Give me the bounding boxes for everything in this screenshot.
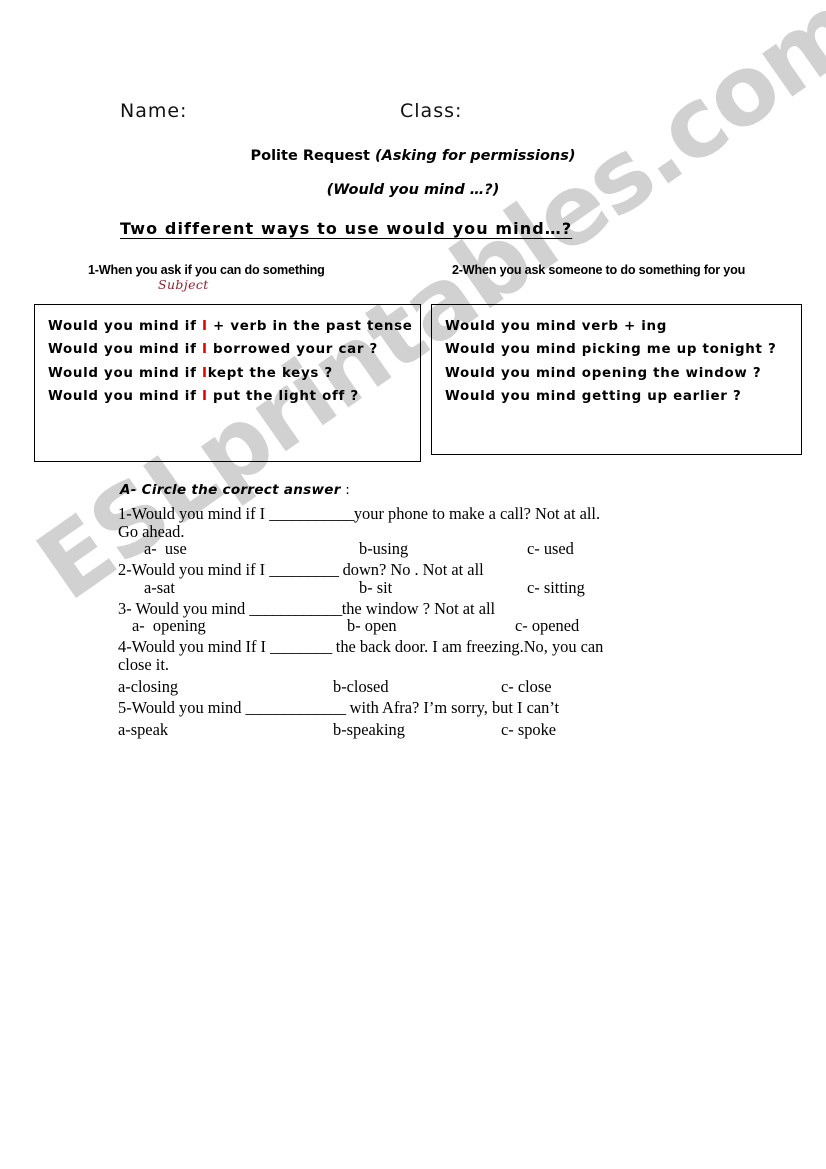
- column-label-left: 1-When you ask if you can do something: [88, 263, 325, 277]
- pattern-line: Would you mind getting up earlier ?: [445, 389, 742, 405]
- option-c[interactable]: c- sitting: [527, 579, 667, 597]
- question-item: 3- Would you mind ____________the window…: [118, 598, 718, 635]
- pattern-line: Would you mind if I + verb in the past t…: [35, 315, 420, 338]
- worksheet-title: Polite Request (Asking for permissions): [0, 148, 826, 164]
- subject-annotation: Subject: [158, 277, 209, 292]
- question-text-before: Would you mind if I: [131, 504, 270, 523]
- pattern-text-post: put the light off ?: [207, 389, 359, 405]
- worksheet-page: ESLprintables.com Name: Class: Polite Re…: [0, 0, 826, 1169]
- question-text-before: Would you mind If I: [131, 637, 271, 657]
- question-options: a-speak b-speaking c- spoke: [118, 721, 718, 739]
- name-field-label: Name:: [120, 100, 188, 122]
- pattern-line: Would you mind opening the window ?: [445, 365, 762, 381]
- worksheet-subtitle: (Would you mind …?): [326, 182, 500, 198]
- answer-blank[interactable]: _____________: [246, 698, 347, 717]
- answer-blank[interactable]: ____________: [249, 599, 342, 618]
- pattern-line: Would you mind picking me up tonight ?: [445, 342, 777, 358]
- class-field-label: Class:: [400, 100, 463, 122]
- question-number: 5-: [118, 698, 132, 718]
- pattern-text-pre: Would you mind if: [48, 389, 202, 405]
- pattern-text-post: kept the keys ?: [207, 365, 333, 381]
- exercise-heading-text: A- Circle the correct answer: [120, 482, 341, 498]
- question-text-after: the back door. I am freezing.No, you can: [331, 637, 604, 657]
- question-text-after: down? No . Not at all: [338, 560, 484, 580]
- option-c[interactable]: c- spoke: [501, 721, 641, 739]
- option-a[interactable]: a-closing: [118, 678, 333, 696]
- question-number: 4-: [118, 637, 132, 657]
- answer-blank[interactable]: ________: [270, 637, 332, 656]
- option-b[interactable]: b-using: [359, 541, 527, 558]
- question-text: 5-Would you mind _____________ with Afra…: [118, 698, 718, 718]
- section-heading: Two different ways to use would you mind…: [120, 219, 573, 238]
- questions-list: 1-Would you mind if I ___________your ph…: [118, 504, 718, 742]
- option-b[interactable]: b- open: [347, 618, 515, 635]
- question-options: a- opening b- open c- opened: [118, 618, 718, 635]
- question-text-before: Would you mind if I: [131, 560, 270, 580]
- pattern-box-right: Would you mind verb + ing Would you mind…: [431, 304, 802, 455]
- question-options: a-closing b-closed c- close: [118, 678, 718, 696]
- question-number: 1-: [118, 504, 132, 523]
- question-text-after: your phone to make a call? Not at all.: [353, 504, 601, 523]
- exercise-heading-colon: :: [340, 482, 351, 498]
- question-number: 3-: [118, 598, 136, 618]
- option-a[interactable]: a-speak: [118, 721, 333, 739]
- question-item: 5-Would you mind _____________ with Afra…: [118, 698, 718, 739]
- question-number: 2-: [118, 560, 132, 580]
- question-text: 1-Would you mind if I ___________your ph…: [118, 504, 718, 523]
- option-c[interactable]: c- close: [501, 678, 641, 696]
- option-c[interactable]: c- opened: [515, 618, 655, 635]
- question-item: 2-Would you mind if I _________ down? No…: [118, 560, 718, 597]
- option-c[interactable]: c- used: [527, 541, 667, 558]
- worksheet-title-main: Polite Request: [250, 148, 375, 164]
- question-options: a-sat b- sit c- sitting: [118, 579, 718, 597]
- option-a[interactable]: a-sat: [144, 579, 359, 597]
- option-b[interactable]: b-speaking: [333, 721, 501, 739]
- pattern-line: Would you mind if Ikept the keys ?: [35, 362, 420, 385]
- worksheet-title-parenthetical: (Asking for permissions): [374, 148, 576, 164]
- answer-blank[interactable]: _________: [269, 560, 339, 579]
- exercise-heading: A- Circle the correct answer :: [120, 482, 350, 498]
- question-text-before: Would you mind: [135, 598, 250, 618]
- pattern-box-left: Would you mind if I + verb in the past t…: [34, 304, 421, 462]
- question-continuation: Go ahead.: [118, 521, 185, 541]
- question-item: 1-Would you mind if I ___________your ph…: [118, 504, 718, 558]
- answer-blank[interactable]: ___________: [269, 504, 354, 523]
- option-b[interactable]: b-closed: [333, 678, 501, 696]
- pattern-text-post: + verb in the past tense: [207, 319, 413, 334]
- question-text-after: with Afra? I’m sorry, but I can’t: [345, 698, 560, 718]
- option-a[interactable]: a- use: [144, 541, 359, 558]
- pattern-text-pre: Would you mind if: [48, 365, 202, 381]
- pattern-line: Would you mind if I put the light off ?: [35, 385, 420, 408]
- column-label-right: 2-When you ask someone to do something f…: [452, 263, 746, 277]
- pattern-line: Would you mind verb + ing: [445, 319, 668, 334]
- question-options: a- use b-using c- used: [118, 541, 718, 558]
- option-a[interactable]: a- opening: [132, 618, 347, 635]
- pattern-text-pre: Would you mind if: [48, 342, 202, 358]
- pattern-text-pre: Would you mind if: [48, 319, 202, 334]
- question-text-before: Would you mind: [131, 698, 246, 718]
- question-text: 4-Would you mind If I ________ the back …: [118, 637, 718, 657]
- pattern-text-post: borrowed your car ?: [207, 342, 378, 358]
- question-text: 3- Would you mind ____________the window…: [118, 598, 718, 618]
- question-continuation: close it.: [118, 654, 169, 674]
- question-text: 2-Would you mind if I _________ down? No…: [118, 560, 718, 580]
- option-b[interactable]: b- sit: [359, 579, 527, 597]
- question-item: 4-Would you mind If I ________ the back …: [118, 637, 718, 696]
- pattern-line: Would you mind if I borrowed your car ?: [35, 338, 420, 361]
- question-text-after: the window ? Not at all: [341, 598, 496, 618]
